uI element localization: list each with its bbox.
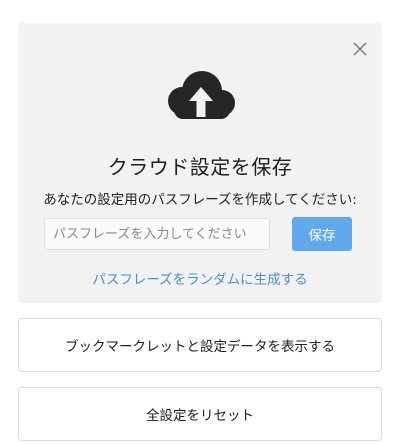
panel-title: クラウド設定を保存 xyxy=(107,155,293,179)
reset-settings-button[interactable]: 全設定をリセット xyxy=(18,387,382,441)
show-bookmarklet-button[interactable]: ブックマークレットと設定データを表示する xyxy=(18,318,382,372)
passphrase-prompt: あなたの設定用のパスフレーズを作成してください: xyxy=(43,192,357,208)
cloud-upload-icon xyxy=(162,67,240,123)
close-icon[interactable] xyxy=(350,39,370,59)
save-button[interactable]: 保存 xyxy=(292,217,352,251)
generate-random-passphrase-link[interactable]: パスフレーズをランダムに生成する xyxy=(18,268,382,288)
cloud-save-panel: クラウド設定を保存 あなたの設定用のパスフレーズを作成してください: 保存 パス… xyxy=(18,23,382,303)
passphrase-input[interactable] xyxy=(44,218,270,250)
